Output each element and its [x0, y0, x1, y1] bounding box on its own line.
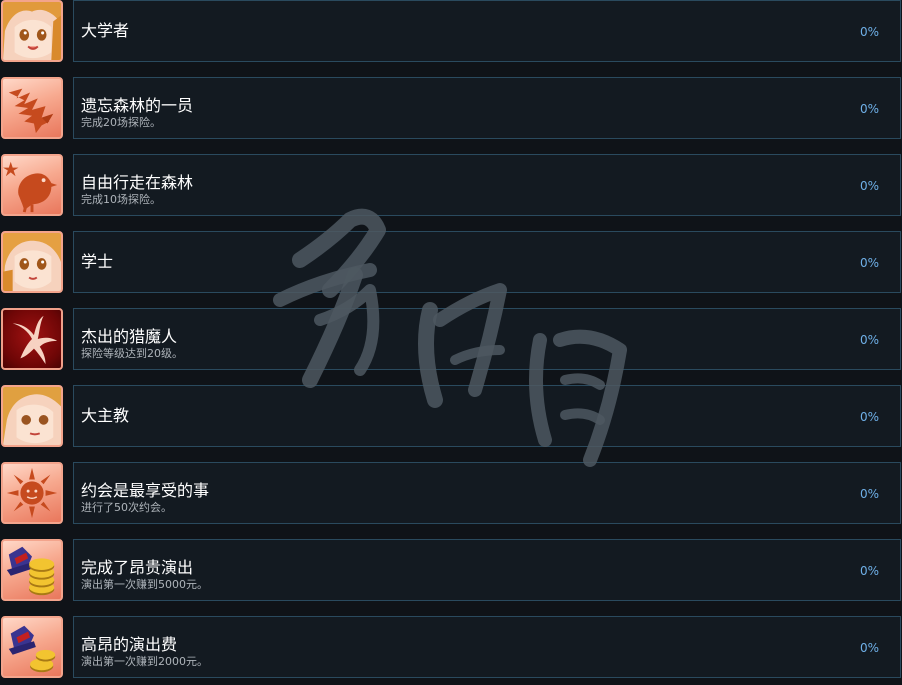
achievement-card: 高昂的演出费 演出第一次赚到2000元。 0% — [73, 616, 901, 678]
achievement-row[interactable]: 完成了昂贵演出 演出第一次赚到5000元。 0% — [0, 539, 902, 606]
achievement-row[interactable]: 约会是最享受的事 进行了50次约会。 0% — [0, 462, 902, 529]
achievement-card: 杰出的猎魔人 探险等级达到20级。 0% — [73, 308, 901, 370]
sun-icon — [1, 462, 63, 524]
achievement-row[interactable]: 自由行走在森林 完成10场探险。 0% — [0, 154, 902, 221]
achievement-description: 演出第一次赚到2000元。 — [81, 655, 208, 668]
achievement-title: 约会是最享受的事 — [81, 481, 210, 500]
girl-portrait-icon — [1, 0, 63, 62]
achievement-card: 遗忘森林的一员 完成20场探险。 0% — [73, 77, 901, 139]
girl-portrait-icon — [1, 231, 63, 293]
achievement-percent: 0% — [859, 256, 879, 270]
achievement-description: 完成20场探险。 — [81, 116, 161, 129]
achievement-card: 完成了昂贵演出 演出第一次赚到5000元。 0% — [73, 539, 901, 601]
hat-and-coins-icon — [1, 539, 63, 601]
achievement-description: 演出第一次赚到5000元。 — [81, 578, 208, 591]
achievement-card: 约会是最享受的事 进行了50次约会。 0% — [73, 462, 901, 524]
hat-and-coins-icon — [1, 616, 63, 678]
eagle-icon — [1, 77, 63, 139]
achievement-percent: 0% — [859, 25, 879, 39]
achievement-title: 遗忘森林的一员 — [81, 96, 194, 115]
achievement-title: 大主教 — [81, 406, 130, 425]
achievement-row[interactable]: 高昂的演出费 演出第一次赚到2000元。 0% — [0, 616, 902, 683]
achievement-card: 大主教 0% — [73, 385, 901, 447]
achievement-card: 大学者 0% — [73, 0, 901, 62]
achievement-row[interactable]: 大主教 0% — [0, 385, 902, 452]
achievement-percent: 0% — [859, 102, 879, 116]
claw-mark-icon — [1, 308, 63, 370]
achievement-percent: 0% — [859, 333, 879, 347]
achievement-title: 完成了昂贵演出 — [81, 558, 194, 577]
achievement-row[interactable]: 杰出的猎魔人 探险等级达到20级。 0% — [0, 308, 902, 375]
achievement-percent: 0% — [859, 564, 879, 578]
achievement-title: 杰出的猎魔人 — [81, 327, 178, 346]
achievement-percent: 0% — [859, 641, 879, 655]
achievement-description: 完成10场探险。 — [81, 193, 161, 206]
achievement-title: 学士 — [81, 252, 114, 271]
girl-portrait-icon — [1, 385, 63, 447]
achievement-percent: 0% — [859, 487, 879, 501]
achievement-title: 高昂的演出费 — [81, 635, 178, 654]
achievement-title: 自由行走在森林 — [81, 173, 194, 192]
achievement-description: 探险等级达到20级。 — [81, 347, 183, 360]
achievement-row[interactable]: 遗忘森林的一员 完成20场探险。 0% — [0, 77, 902, 144]
achievement-card: 自由行走在森林 完成10场探险。 0% — [73, 154, 901, 216]
achievement-row[interactable]: 学士 0% — [0, 231, 902, 298]
achievement-description: 进行了50次约会。 — [81, 501, 172, 514]
achievement-list: 大学者 0% 遗忘森林的一员 完成20场探险。 0% 自由行走在森林 完成10场… — [0, 0, 902, 685]
achievement-title: 大学者 — [81, 21, 130, 40]
achievement-card: 学士 0% — [73, 231, 901, 293]
achievement-percent: 0% — [859, 410, 879, 424]
achievement-row[interactable]: 大学者 0% — [0, 0, 902, 67]
achievement-percent: 0% — [859, 179, 879, 193]
bird-icon — [1, 154, 63, 216]
